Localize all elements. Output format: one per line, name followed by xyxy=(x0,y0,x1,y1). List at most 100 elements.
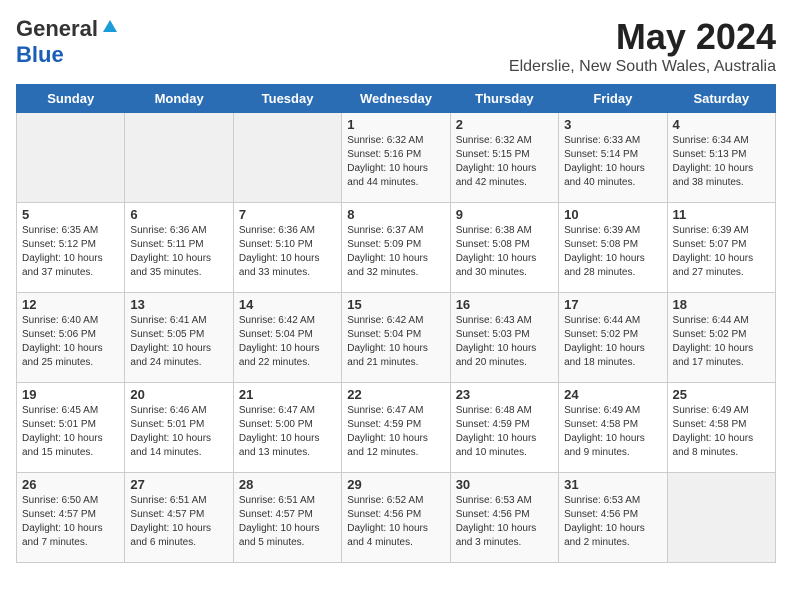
calendar-cell: 26Sunrise: 6:50 AMSunset: 4:57 PMDayligh… xyxy=(17,473,125,563)
calendar-cell: 23Sunrise: 6:48 AMSunset: 4:59 PMDayligh… xyxy=(450,383,558,473)
day-number: 19 xyxy=(22,387,119,402)
day-number: 9 xyxy=(456,207,553,222)
title-area: May 2024 Elderslie, New South Wales, Aus… xyxy=(509,16,776,76)
day-number: 23 xyxy=(456,387,553,402)
calendar-table: SundayMondayTuesdayWednesdayThursdayFrid… xyxy=(16,84,776,563)
day-header-tuesday: Tuesday xyxy=(233,85,341,113)
day-number: 13 xyxy=(130,297,227,312)
calendar-cell: 12 Sunrise: 6:40 AMSunset: 5:06 PMDayligh… xyxy=(17,293,125,383)
calendar-cell: 2Sunrise: 6:32 AMSunset: 5:15 PMDaylight… xyxy=(450,113,558,203)
week-row-5: 26Sunrise: 6:50 AMSunset: 4:57 PMDayligh… xyxy=(17,473,776,563)
day-info: Sunrise: 6:39 AMSunset: 5:07 PMDaylight:… xyxy=(673,224,770,280)
calendar-cell: 8Sunrise: 6:37 AMSunset: 5:09 PMDaylight… xyxy=(342,203,450,293)
calendar-cell: 16 Sunrise: 6:43 AMSunset: 5:03 PMDayligh… xyxy=(450,293,558,383)
day-info: Sunrise: 6:35 AMSunset: 5:12 PMDaylight:… xyxy=(22,224,119,280)
day-number: 1 xyxy=(347,117,444,132)
day-number: 20 xyxy=(130,387,227,402)
week-row-2: 5 Sunrise: 6:35 AMSunset: 5:12 PMDaylight… xyxy=(17,203,776,293)
calendar-cell xyxy=(233,113,341,203)
day-number: 27 xyxy=(130,477,227,492)
logo-blue-line: Blue xyxy=(16,42,64,68)
day-info: Sunrise: 6:53 AMSunset: 4:56 PMDaylight:… xyxy=(564,494,661,550)
day-info: Sunrise: 6:49 AMSunset: 4:58 PMDaylight:… xyxy=(564,404,661,460)
day-number: 14 xyxy=(239,297,336,312)
day-number: 6 xyxy=(130,207,227,222)
day-number: 22 xyxy=(347,387,444,402)
week-row-3: 12 Sunrise: 6:40 AMSunset: 5:06 PMDayligh… xyxy=(17,293,776,383)
day-number: 15 xyxy=(347,297,444,312)
day-info: Sunrise: 6:51 AMSunset: 4:57 PMDaylight:… xyxy=(130,494,227,550)
day-number: 7 xyxy=(239,207,336,222)
day-info: Sunrise: 6:51 AMSunset: 4:57 PMDaylight:… xyxy=(239,494,336,550)
day-number: 8 xyxy=(347,207,444,222)
calendar-body: 1Sunrise: 6:32 AMSunset: 5:16 PMDaylight… xyxy=(17,113,776,563)
calendar-cell: 13 Sunrise: 6:41 AMSunset: 5:05 PMDayligh… xyxy=(125,293,233,383)
day-info: Sunrise: 6:44 AMSunset: 5:02 PMDaylight:… xyxy=(564,314,661,370)
day-info: Sunrise: 6:38 AMSunset: 5:08 PMDaylight:… xyxy=(456,224,553,280)
logo-blue-text: Blue xyxy=(16,42,64,67)
logo-area: General Blue xyxy=(16,16,119,68)
location-title: Elderslie, New South Wales, Australia xyxy=(509,58,776,76)
week-row-1: 1Sunrise: 6:32 AMSunset: 5:16 PMDaylight… xyxy=(17,113,776,203)
day-info: Sunrise: 6:39 AMSunset: 5:08 PMDaylight:… xyxy=(564,224,661,280)
calendar-cell: 15 Sunrise: 6:42 AMSunset: 5:04 PMDayligh… xyxy=(342,293,450,383)
day-info: Sunrise: 6:32 AMSunset: 5:15 PMDaylight:… xyxy=(456,134,553,190)
calendar-cell: 4Sunrise: 6:34 AMSunset: 5:13 PMDaylight… xyxy=(667,113,775,203)
logo-icon xyxy=(101,18,119,41)
day-info: Sunrise: 6:36 AMSunset: 5:11 PMDaylight:… xyxy=(130,224,227,280)
calendar-cell: 11Sunrise: 6:39 AMSunset: 5:07 PMDayligh… xyxy=(667,203,775,293)
calendar-cell: 19Sunrise: 6:45 AMSunset: 5:01 PMDayligh… xyxy=(17,383,125,473)
calendar-cell: 21 Sunrise: 6:47 AMSunset: 5:00 PMDayligh… xyxy=(233,383,341,473)
day-info: Sunrise: 6:43 AMSunset: 5:03 PMDaylight:… xyxy=(456,314,553,370)
calendar-cell: 10 Sunrise: 6:39 AMSunset: 5:08 PMDayligh… xyxy=(559,203,667,293)
day-header-friday: Friday xyxy=(559,85,667,113)
day-header-sunday: Sunday xyxy=(17,85,125,113)
day-number: 24 xyxy=(564,387,661,402)
day-info: Sunrise: 6:40 AMSunset: 5:06 PMDaylight:… xyxy=(22,314,119,370)
logo-text: General xyxy=(16,16,98,42)
calendar-cell: 27 Sunrise: 6:51 AMSunset: 4:57 PMDayligh… xyxy=(125,473,233,563)
calendar-cell xyxy=(125,113,233,203)
day-number: 16 xyxy=(456,297,553,312)
header-row: SundayMondayTuesdayWednesdayThursdayFrid… xyxy=(17,85,776,113)
day-info: Sunrise: 6:41 AMSunset: 5:05 PMDaylight:… xyxy=(130,314,227,370)
calendar-cell: 30 Sunrise: 6:53 AMSunset: 4:56 PMDayligh… xyxy=(450,473,558,563)
calendar-cell: 28Sunrise: 6:51 AMSunset: 4:57 PMDayligh… xyxy=(233,473,341,563)
day-info: Sunrise: 6:52 AMSunset: 4:56 PMDaylight:… xyxy=(347,494,444,550)
logo-line: General xyxy=(16,16,119,42)
day-info: Sunrise: 6:42 AMSunset: 5:04 PMDaylight:… xyxy=(347,314,444,370)
header: General Blue May 2024 Elderslie, New Sou… xyxy=(16,16,776,76)
day-number: 21 xyxy=(239,387,336,402)
day-number: 5 xyxy=(22,207,119,222)
day-info: Sunrise: 6:53 AMSunset: 4:56 PMDaylight:… xyxy=(456,494,553,550)
calendar-cell: 5 Sunrise: 6:35 AMSunset: 5:12 PMDaylight… xyxy=(17,203,125,293)
day-number: 18 xyxy=(673,297,770,312)
day-number: 25 xyxy=(673,387,770,402)
calendar-cell: 24 Sunrise: 6:49 AMSunset: 4:58 PMDayligh… xyxy=(559,383,667,473)
calendar-header: SundayMondayTuesdayWednesdayThursdayFrid… xyxy=(17,85,776,113)
day-number: 30 xyxy=(456,477,553,492)
calendar-cell: 25Sunrise: 6:49 AMSunset: 4:58 PMDayligh… xyxy=(667,383,775,473)
calendar-cell: 9 Sunrise: 6:38 AMSunset: 5:08 PMDaylight… xyxy=(450,203,558,293)
calendar-cell: 22 Sunrise: 6:47 AMSunset: 4:59 PMDayligh… xyxy=(342,383,450,473)
day-number: 12 xyxy=(22,297,119,312)
day-header-saturday: Saturday xyxy=(667,85,775,113)
logo-general: General xyxy=(16,16,98,41)
day-header-monday: Monday xyxy=(125,85,233,113)
day-info: Sunrise: 6:42 AMSunset: 5:04 PMDaylight:… xyxy=(239,314,336,370)
day-number: 3 xyxy=(564,117,661,132)
day-number: 4 xyxy=(673,117,770,132)
day-info: Sunrise: 6:47 AMSunset: 5:00 PMDaylight:… xyxy=(239,404,336,460)
calendar-cell xyxy=(17,113,125,203)
day-info: Sunrise: 6:46 AMSunset: 5:01 PMDaylight:… xyxy=(130,404,227,460)
calendar-cell: 3Sunrise: 6:33 AMSunset: 5:14 PMDaylight… xyxy=(559,113,667,203)
calendar-cell: 7 Sunrise: 6:36 AMSunset: 5:10 PMDaylight… xyxy=(233,203,341,293)
day-number: 31 xyxy=(564,477,661,492)
day-info: Sunrise: 6:36 AMSunset: 5:10 PMDaylight:… xyxy=(239,224,336,280)
calendar-cell: 14 Sunrise: 6:42 AMSunset: 5:04 PMDayligh… xyxy=(233,293,341,383)
calendar-cell: 20 Sunrise: 6:46 AMSunset: 5:01 PMDayligh… xyxy=(125,383,233,473)
calendar-cell: 18Sunrise: 6:44 AMSunset: 5:02 PMDayligh… xyxy=(667,293,775,383)
day-number: 10 xyxy=(564,207,661,222)
day-info: Sunrise: 6:47 AMSunset: 4:59 PMDaylight:… xyxy=(347,404,444,460)
month-title: May 2024 xyxy=(509,16,776,58)
